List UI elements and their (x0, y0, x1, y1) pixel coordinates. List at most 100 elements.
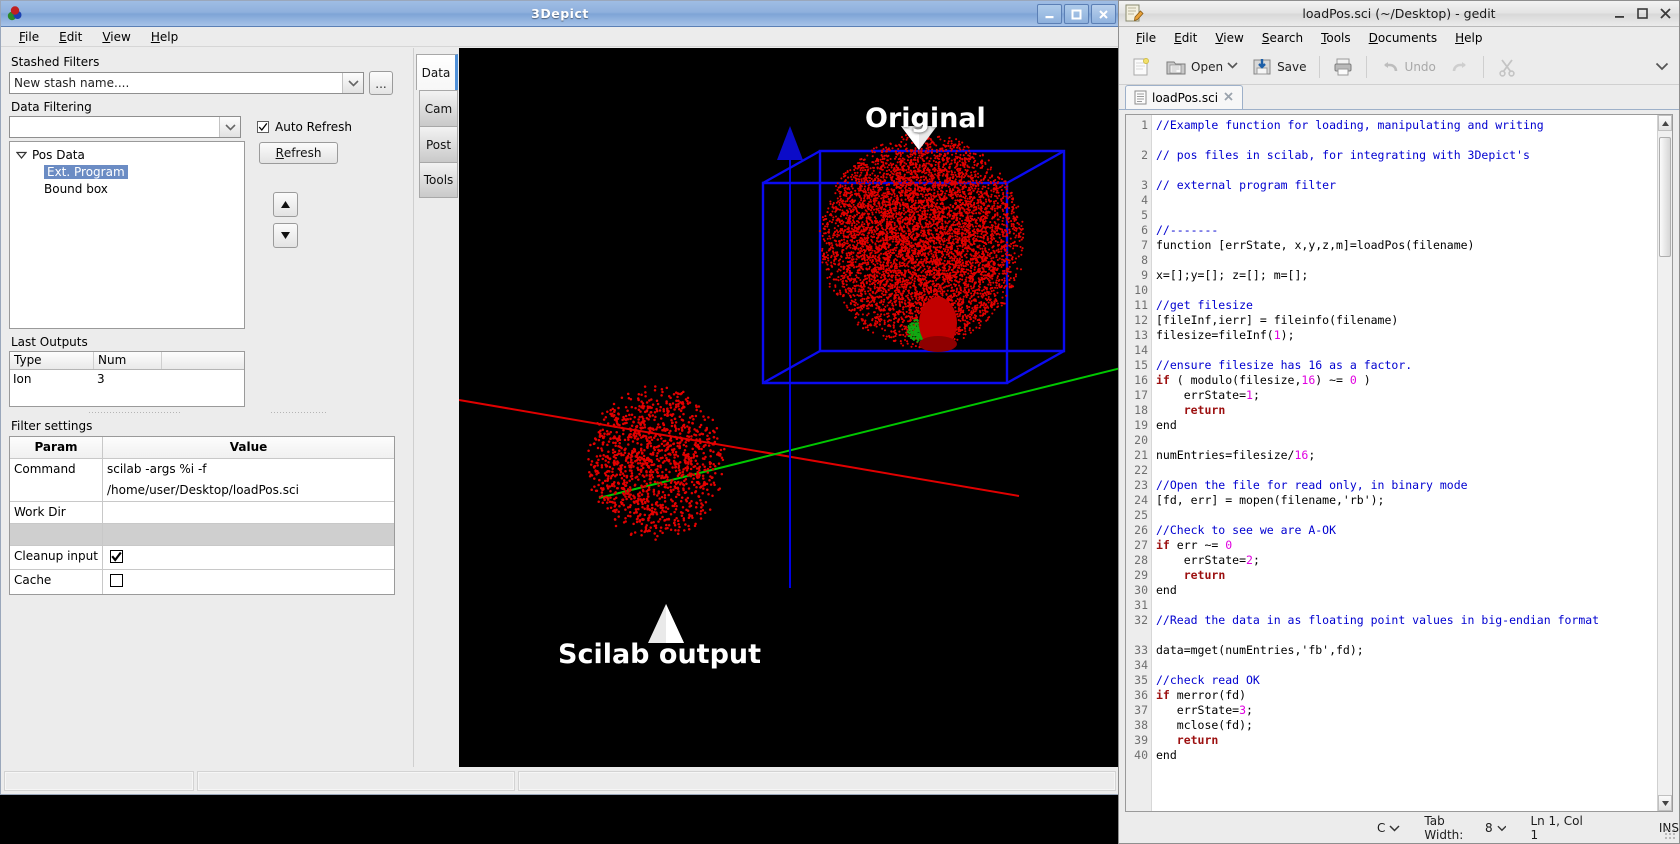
code-text-area[interactable]: //Example function for loading, manipula… (1152, 115, 1657, 811)
menu-edit[interactable]: Edit (49, 30, 92, 44)
code-line[interactable]: if merror(fd) (1156, 688, 1657, 703)
menu-tools[interactable]: Tools (1312, 31, 1360, 45)
column-header-param[interactable]: Param (10, 437, 103, 458)
code-line[interactable]: //Open the file for read only, in binary… (1156, 478, 1657, 493)
code-line[interactable]: return (1156, 403, 1657, 418)
cleanup-input-checkbox[interactable] (110, 550, 123, 563)
code-line[interactable]: [fileInf,ierr] = fileinfo(filename) (1156, 313, 1657, 328)
menu-search[interactable]: Search (1253, 31, 1312, 45)
minimize-button[interactable] (1609, 4, 1629, 23)
table-row-cache[interactable]: Cache (10, 570, 394, 594)
chevron-down-icon[interactable] (342, 73, 363, 93)
close-icon[interactable] (1223, 91, 1234, 105)
cut-button[interactable] (1491, 54, 1523, 80)
save-button[interactable]: Save (1246, 54, 1311, 80)
minimize-button[interactable] (1037, 4, 1062, 24)
close-button[interactable] (1655, 4, 1675, 23)
code-line[interactable]: end (1156, 583, 1657, 598)
table-row[interactable]: Ion 3 (10, 370, 244, 388)
tab-tools[interactable]: Tools (419, 162, 458, 198)
code-line[interactable]: numEntries=filesize/16; (1156, 448, 1657, 463)
last-outputs-table[interactable]: Type Num Ion 3 (9, 351, 245, 407)
toolbar-overflow-button[interactable] (1655, 60, 1669, 74)
code-line[interactable]: //Read the data in as floating point val… (1156, 613, 1657, 643)
code-line[interactable]: // pos files in scilab, for integrating … (1156, 148, 1657, 178)
column-header-value[interactable]: Value (103, 437, 394, 458)
close-button[interactable] (1091, 4, 1116, 24)
tab-post[interactable]: Post (419, 126, 458, 162)
scroll-down-icon[interactable] (1658, 795, 1672, 811)
code-line[interactable]: //Example function for loading, manipula… (1156, 118, 1657, 148)
code-line[interactable]: errState=1; (1156, 388, 1657, 403)
auto-refresh-checkbox[interactable] (257, 121, 269, 133)
table-row-command[interactable]: Command scilab -args %i -f /home/user/De… (10, 459, 394, 502)
tab-loadpos-sci[interactable]: loadPos.sci (1125, 85, 1244, 109)
chevron-down-icon[interactable] (1227, 61, 1238, 72)
code-line[interactable] (1156, 193, 1657, 208)
gedit-titlebar[interactable]: loadPos.sci (~/Desktop) - gedit (1119, 1, 1679, 27)
resize-grip[interactable] (1664, 828, 1676, 840)
code-line[interactable]: if ( modulo(filesize,16) ~= 0 ) (1156, 373, 1657, 388)
menu-documents[interactable]: Documents (1360, 31, 1446, 45)
maximize-button[interactable] (1064, 4, 1089, 24)
chevron-down-icon[interactable] (219, 117, 240, 137)
scroll-up-icon[interactable] (1658, 115, 1672, 131)
scrollbar-thumb[interactable] (1659, 137, 1671, 257)
code-line[interactable] (1156, 463, 1657, 478)
tab-width-selector[interactable]: Tab Width: 8 (1424, 814, 1507, 842)
code-line[interactable]: function [errState, x,y,z,m]=loadPos(fil… (1156, 238, 1657, 253)
menu-edit[interactable]: Edit (1165, 31, 1206, 45)
code-line[interactable]: return (1156, 733, 1657, 748)
column-header-type[interactable]: Type (10, 352, 94, 369)
code-line[interactable] (1156, 433, 1657, 448)
move-up-button[interactable] (273, 192, 298, 217)
cache-checkbox[interactable] (110, 574, 123, 587)
tree-item-bound-box[interactable]: Bound box (10, 180, 244, 197)
cell-value-workdir[interactable] (103, 502, 394, 523)
tree-item-pos-data[interactable]: Pos Data (10, 146, 244, 163)
auto-refresh-group[interactable]: Auto Refresh (257, 120, 352, 134)
code-line[interactable]: //Check to see we are A-OK (1156, 523, 1657, 538)
filter-tree[interactable]: Pos Data Ext. Program Bound box (9, 141, 245, 329)
table-row-cleanup-input[interactable]: Cleanup input (10, 546, 394, 570)
code-line[interactable]: //ensure filesize has 16 as a factor. (1156, 358, 1657, 373)
refresh-button[interactable]: Refresh (259, 142, 338, 164)
table-row-workdir[interactable]: Work Dir (10, 502, 394, 524)
code-line[interactable]: errState=3; (1156, 703, 1657, 718)
code-line[interactable]: // external program filter (1156, 178, 1657, 193)
code-line[interactable]: data=mget(numEntries,'fb',fd); (1156, 643, 1657, 658)
new-document-button[interactable] (1125, 54, 1157, 80)
menu-file[interactable]: FFileile (9, 30, 49, 44)
language-selector[interactable]: C (1377, 821, 1400, 835)
editor-scrollbar[interactable] (1657, 115, 1672, 811)
code-line[interactable] (1156, 283, 1657, 298)
code-line[interactable]: //------- (1156, 223, 1657, 238)
redo-button[interactable] (1444, 54, 1476, 80)
maximize-button[interactable] (1632, 4, 1652, 23)
code-line[interactable] (1156, 658, 1657, 673)
3depict-titlebar[interactable]: 3Depict (1, 1, 1119, 27)
code-line[interactable]: end (1156, 748, 1657, 763)
column-header-blank[interactable] (162, 352, 244, 369)
3d-viewport[interactable]: Original Scilab output (459, 48, 1119, 767)
open-button[interactable]: Open (1160, 54, 1243, 80)
code-line[interactable]: x=[];y=[]; z=[]; m=[]; (1156, 268, 1657, 283)
code-line[interactable]: errState=2; (1156, 553, 1657, 568)
code-line[interactable] (1156, 508, 1657, 523)
print-button[interactable] (1327, 54, 1359, 80)
code-editor[interactable]: 1 2 3 4 5 6 7 8 9 10 11 12 13 14 15 16 17 18 19 20 21 22 23 24 2… (1125, 114, 1673, 812)
menu-view[interactable]: View (1206, 31, 1252, 45)
code-line[interactable] (1156, 343, 1657, 358)
code-line[interactable]: [fd, err] = mopen(filename,'rb'); (1156, 493, 1657, 508)
stash-more-button[interactable]: ... (369, 71, 393, 95)
code-line[interactable]: //check read OK (1156, 673, 1657, 688)
code-line[interactable]: mclose(fd); (1156, 718, 1657, 733)
menu-view[interactable]: View (92, 30, 140, 44)
tree-item-ext-program[interactable]: Ext. Program (10, 163, 244, 180)
menu-file[interactable]: File (1127, 31, 1165, 45)
move-down-button[interactable] (273, 223, 298, 248)
column-header-num[interactable]: Num (94, 352, 162, 369)
tab-cam[interactable]: Cam (419, 90, 458, 126)
code-line[interactable] (1156, 208, 1657, 223)
code-line[interactable]: return (1156, 568, 1657, 583)
